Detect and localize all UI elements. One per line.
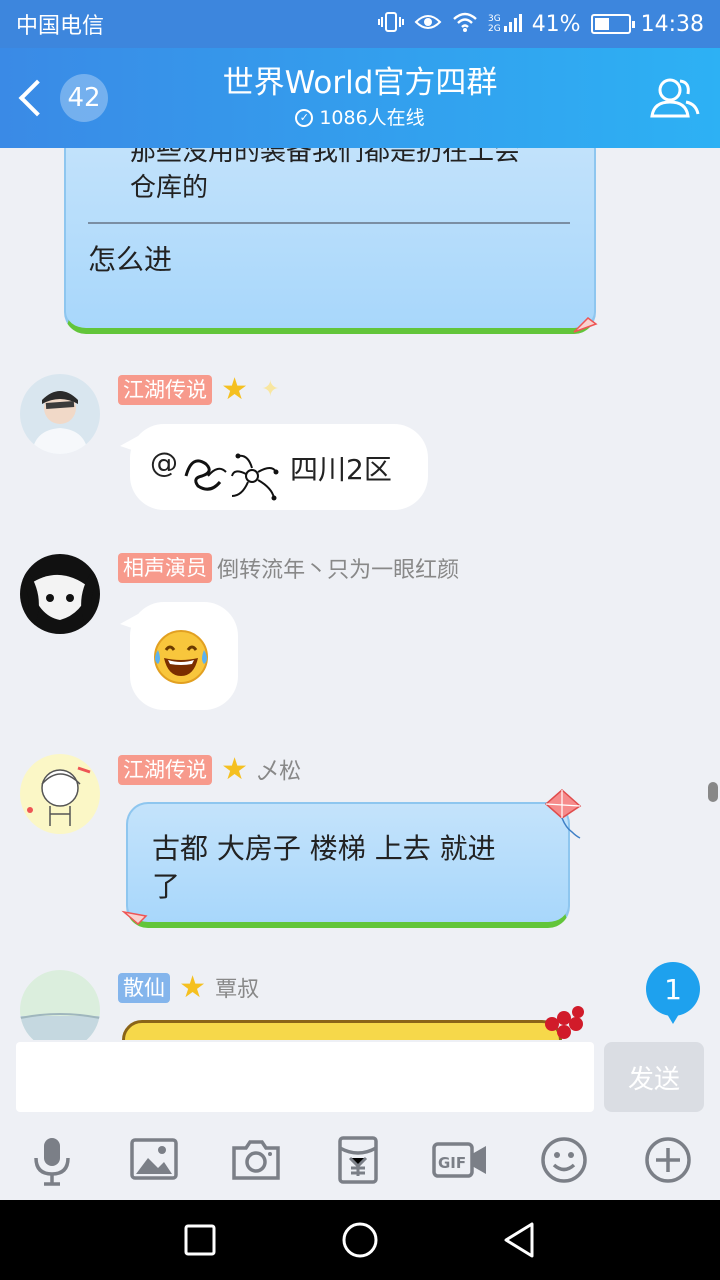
reply-text: 怎么进 [88,243,173,276]
image-icon[interactable] [126,1132,182,1188]
emoji-icon[interactable] [536,1132,592,1188]
camera-icon[interactable] [228,1132,284,1188]
back-button[interactable]: 42 [10,72,108,124]
bubble-tail [120,436,138,452]
kite-decoration-icon [121,910,148,926]
message-bubble[interactable] [120,602,238,710]
gif-icon[interactable]: GIF [432,1132,488,1188]
input-panel: 发送 GIF [0,1040,720,1200]
home-button[interactable] [338,1218,382,1262]
message-text: 古都 大房子 楼梯 上去 就进 了 [152,832,496,903]
wifi-icon [452,11,478,38]
signal-icon: 3G 2G [488,11,522,38]
svg-text:GIF: GIF [438,1154,466,1172]
laughing-tears-emoji-icon [154,630,208,684]
message-text: 四川2区 [290,453,392,486]
recent-apps-button[interactable] [178,1218,222,1262]
quote-divider [88,222,570,224]
berries-decoration-icon [545,1006,584,1039]
message-bubble[interactable]: @ 四川2区 [120,424,428,510]
scroll-indicator[interactable] [708,782,718,802]
quoted-message-text: 那些没用的装备我们都是扔在工会 仓库的 [130,148,521,203]
member-title-badge: 相声演员 [118,553,212,583]
sparkle-icon: ✦ [261,377,280,402]
unread-count-badge: 42 [60,74,108,122]
message-bubble[interactable] [122,1020,562,1040]
svg-text:2G: 2G [488,24,501,33]
sender-row: 江湖传说 ★ ✦ [118,372,284,407]
bubble-tail [120,614,138,630]
group-title: 世界World官方四群 [222,65,498,101]
check-circle-icon: ✓ [295,109,314,127]
mic-icon[interactable] [24,1132,80,1188]
member-title-badge: 江湖传说 [118,754,212,785]
message-bubble[interactable]: 古都 大房子 楼梯 上去 就进 了 [126,802,570,928]
message-list[interactable]: 那些没用的装备我们都是扔在工会 仓库的 怎么进 江湖传说 ★ ✦ @ 四川2区 [0,148,720,1040]
back-arrow-icon [18,79,56,117]
chat-header: 42 世界World官方四群 ✓ 1086人在线 [0,48,720,148]
input-toolbar: GIF [0,1132,720,1188]
status-icons: 3G 2G 41% 14:38 [377,11,704,38]
sender-row: 相声演员 倒转流年丶只为一眼红颜 [118,552,459,584]
sender-nickname: 覃叔 [215,977,260,1003]
status-bar: 中国电信 3G 2G 41% 14:38 [0,0,720,48]
avatar[interactable] [20,970,100,1040]
avatar-image [20,970,100,1040]
member-title-badge: 江湖传说 [118,374,212,405]
member-title-badge: 散仙 [118,972,170,1003]
battery-percent: 41% [531,11,581,37]
title-block: 世界World官方四群 ✓ 1086人在线 [160,62,560,132]
members-icon [650,78,700,118]
star-icon: ★ [221,752,248,787]
battery-icon [590,14,635,34]
sender-nickname: 乄松 [257,759,302,785]
triangle-back-icon [504,1222,534,1258]
square-icon [184,1224,216,1256]
carrier-label: 中国电信 [16,14,105,39]
message-input[interactable] [16,1042,594,1112]
kite-decoration-icon [544,789,582,839]
red-packet-icon[interactable] [330,1132,386,1188]
new-message-count-badge[interactable]: 1 [646,962,700,1024]
clock: 14:38 [640,11,704,37]
avatar-image [20,374,100,454]
svg-text:3G: 3G [488,14,501,24]
online-status: ✓ 1086人在线 [160,104,560,132]
kite-decoration-icon [573,317,598,333]
circle-icon [342,1222,378,1258]
plus-icon[interactable] [640,1132,696,1188]
avatar[interactable] [20,374,100,454]
mention-symbol: @ [150,446,178,479]
avatar[interactable] [20,554,100,634]
vibrate-icon [377,11,404,38]
eye-icon [414,12,442,37]
group-members-button[interactable] [648,72,702,126]
avatar-image [20,554,100,634]
send-button[interactable]: 发送 [604,1042,704,1112]
decorative-name-icon [184,453,279,501]
sender-row: 江湖传说 ★ 乄松 [118,752,302,787]
star-icon: ★ [179,970,206,1005]
sender-row: 散仙 ★ 覃叔 [118,970,260,1005]
sender-nickname: 倒转流年丶只为一眼红颜 [217,558,460,583]
message-bubble[interactable]: 那些没用的装备我们都是扔在工会 仓库的 怎么进 [64,148,596,334]
system-navigation-bar [0,1200,720,1280]
online-count: 1086人在线 [319,107,425,129]
avatar[interactable] [20,754,100,834]
avatar-image [20,754,100,834]
back-nav-button[interactable] [498,1218,542,1262]
star-icon: ★ [221,372,248,407]
